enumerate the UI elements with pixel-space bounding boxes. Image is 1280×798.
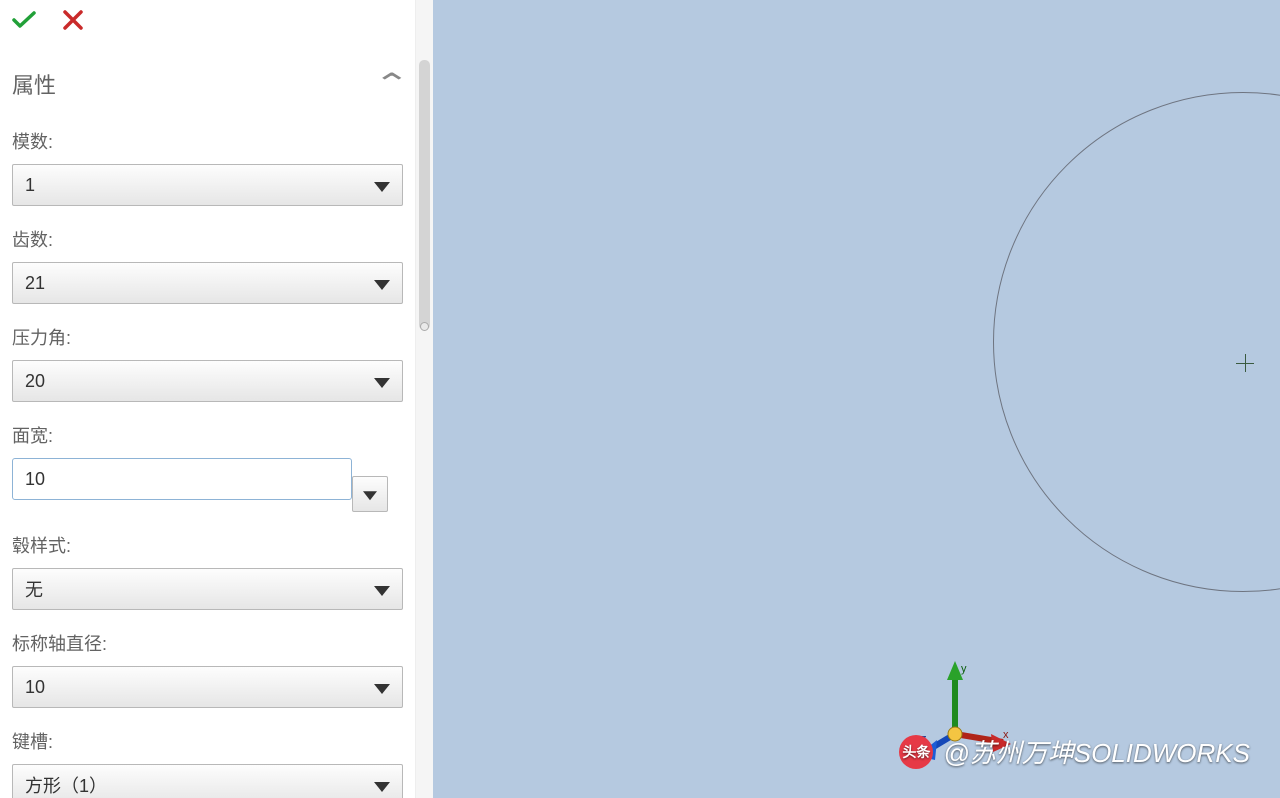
scrollbar-thumb[interactable] bbox=[419, 60, 430, 330]
module-combo[interactable]: 1 bbox=[12, 164, 403, 206]
pressure-angle-label: 压力角: bbox=[12, 324, 403, 350]
vertical-scrollbar[interactable] bbox=[415, 0, 433, 798]
face-width-spinner-icon[interactable] bbox=[352, 476, 388, 512]
keyway-label: 键槽: bbox=[12, 728, 403, 754]
face-width-input[interactable] bbox=[12, 458, 352, 500]
module-label: 模数: bbox=[12, 128, 403, 154]
properties-panel: 属性 ⌃ 模数: 1 齿数: 21 压力角: 20 面宽: 毂样式: 无 标称轴… bbox=[0, 0, 415, 798]
watermark-badge: 头条 bbox=[899, 735, 933, 769]
section-header[interactable]: 属性 ⌃ bbox=[12, 40, 403, 108]
pressure-angle-combo[interactable]: 20 bbox=[12, 360, 403, 402]
chevron-up-icon[interactable]: ⌃ bbox=[372, 70, 410, 98]
properties-scroll-area: 属性 ⌃ 模数: 1 齿数: 21 压力角: 20 面宽: 毂样式: 无 标称轴… bbox=[0, 40, 415, 798]
nominal-shaft-diameter-label: 标称轴直径: bbox=[12, 630, 403, 656]
teeth-label: 齿数: bbox=[12, 226, 403, 252]
watermark: 头条 @苏州万坤SOLIDWORKS bbox=[899, 733, 1250, 770]
svg-text:y: y bbox=[961, 663, 967, 675]
close-icon[interactable] bbox=[61, 8, 85, 32]
viewport-3d[interactable]: 模数: 1 y x z 头条 @苏州万坤SOLIDWORKS bbox=[433, 0, 1280, 798]
keyway-combo[interactable]: 方形（1） bbox=[12, 764, 403, 798]
hub-style-combo[interactable]: 无 bbox=[12, 568, 403, 610]
panel-resize-handle[interactable] bbox=[420, 322, 429, 331]
reference-circle-large bbox=[993, 92, 1280, 592]
nominal-shaft-diameter-combo[interactable]: 10 bbox=[12, 666, 403, 708]
hub-style-label: 毂样式: bbox=[12, 532, 403, 558]
section-title: 属性 bbox=[12, 68, 56, 100]
origin-marker-icon bbox=[1240, 358, 1251, 369]
ok-icon[interactable] bbox=[12, 8, 36, 32]
face-width-label: 面宽: bbox=[12, 422, 403, 448]
panel-toolbar bbox=[0, 0, 415, 40]
teeth-combo[interactable]: 21 bbox=[12, 262, 403, 304]
watermark-text: @苏州万坤SOLIDWORKS bbox=[943, 733, 1250, 770]
